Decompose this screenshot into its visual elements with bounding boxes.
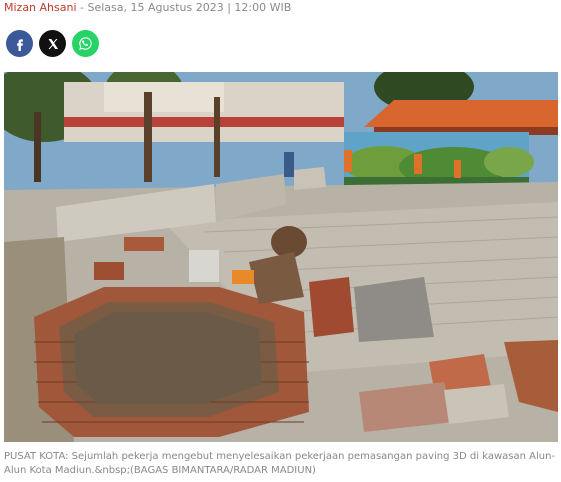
- whatsapp-icon: [79, 37, 92, 50]
- author-name[interactable]: Mizan Ahsani: [4, 1, 77, 14]
- share-whatsapp-button[interactable]: [72, 30, 99, 57]
- facebook-icon: [16, 38, 23, 51]
- publish-date: Selasa, 15 Agustus 2023 | 12:00 WIB: [87, 1, 292, 14]
- byline-separator: -: [76, 1, 88, 14]
- x-icon: [48, 38, 58, 49]
- share-buttons: [6, 30, 99, 58]
- article-byline: Mizan Ahsani - Selasa, 15 Agustus 2023 |…: [4, 0, 291, 16]
- share-x-button[interactable]: [39, 30, 66, 57]
- photo-caption: PUSAT KOTA: Sejumlah pekerja mengebut me…: [4, 451, 556, 476]
- share-facebook-button[interactable]: [6, 30, 33, 57]
- article-photo: [4, 72, 558, 442]
